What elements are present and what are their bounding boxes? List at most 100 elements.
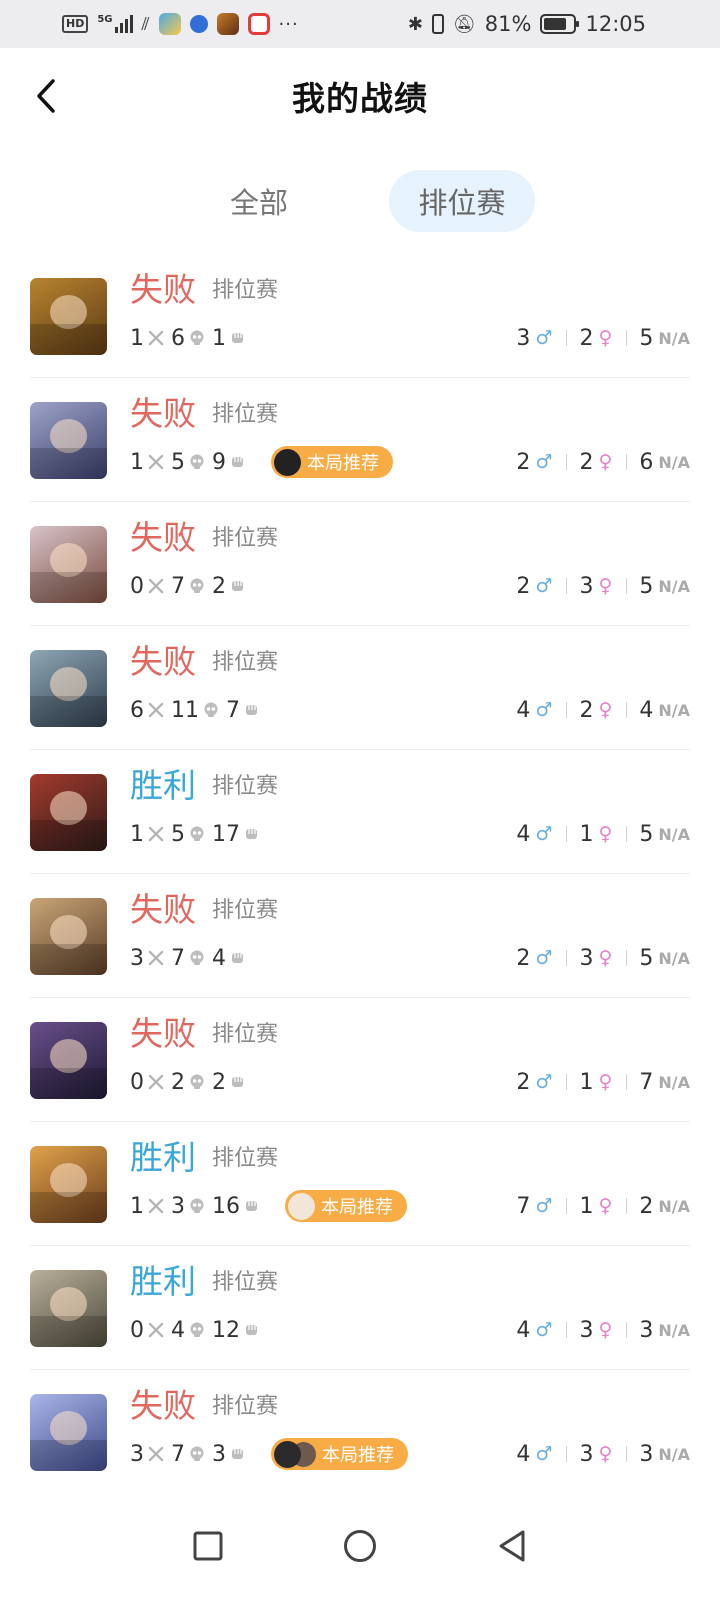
match-result: 胜利	[130, 1138, 196, 1177]
skull-icon	[189, 950, 205, 966]
skull-icon	[189, 330, 205, 346]
match-result: 失败	[130, 518, 196, 557]
assists-value: 4	[212, 945, 226, 971]
fist-icon	[230, 578, 246, 594]
match-row[interactable]: 胜利 排位赛 0 4 12 4 ♂ 3 ♀ 3 N/A	[30, 1246, 690, 1370]
unknown-count: 5	[639, 325, 654, 351]
deaths-value: 6	[171, 325, 185, 351]
deaths-value: 5	[171, 821, 185, 847]
skull-icon	[189, 1198, 205, 1214]
skull-icon	[203, 702, 219, 718]
team-gender-stats: 2 ♂ 3 ♀ 5 N/A	[516, 942, 690, 974]
chevron-left-icon	[37, 79, 55, 113]
back-nav-button[interactable]	[490, 1524, 534, 1568]
crossed-swords-icon	[148, 826, 164, 842]
deaths-value: 11	[171, 697, 199, 723]
team-gender-stats: 3 ♂ 2 ♀ 5 N/A	[516, 322, 690, 354]
male-count: 3	[516, 325, 531, 351]
skull-icon	[189, 1074, 205, 1090]
match-result: 胜利	[130, 1262, 196, 1301]
female-symbol-icon: ♀	[598, 823, 613, 845]
match-row[interactable]: 失败 排位赛 0 7 2 2 ♂ 3 ♀ 5 N/A	[30, 502, 690, 626]
match-row[interactable]: 失败 排位赛 3 7 3 本局推荐 4 ♂ 3 ♀ 3 N/A	[30, 1370, 690, 1494]
skull-icon	[189, 1446, 205, 1462]
fist-icon	[244, 702, 260, 718]
divider	[566, 330, 568, 346]
unknown-count: 4	[639, 697, 654, 723]
hero-avatar	[30, 898, 107, 975]
bluetooth-icon: ✱	[407, 13, 423, 35]
assists-value: 16	[212, 1193, 240, 1219]
tab-ranked[interactable]: 排位赛	[389, 170, 535, 232]
assists-value: 1	[212, 325, 226, 351]
male-symbol-icon: ♂	[535, 451, 553, 473]
match-result: 失败	[130, 1386, 196, 1425]
divider	[566, 454, 568, 470]
match-row[interactable]: 失败 排位赛 3 7 4 2 ♂ 3 ♀ 5 N/A	[30, 874, 690, 998]
female-count: 3	[579, 1441, 594, 1467]
recommend-badge[interactable]: 本局推荐	[271, 446, 393, 478]
team-gender-stats: 2 ♂ 1 ♀ 7 N/A	[516, 1066, 690, 1098]
match-row[interactable]: 失败 排位赛 0 2 2 2 ♂ 1 ♀ 7 N/A	[30, 998, 690, 1122]
divider	[566, 1074, 568, 1090]
female-symbol-icon: ♀	[598, 575, 613, 597]
crossed-swords-icon	[148, 702, 164, 718]
recent-apps-button[interactable]	[186, 1524, 230, 1568]
kda-stats: 1 5 17	[130, 818, 267, 850]
match-result: 失败	[130, 270, 196, 309]
hero-avatar	[30, 278, 107, 355]
mute-bell-icon: 🔕︎	[452, 13, 476, 35]
hero-avatar	[30, 1394, 107, 1471]
male-symbol-icon: ♂	[535, 1443, 553, 1465]
kda-stats: 3 7 3 本局推荐	[130, 1438, 408, 1470]
match-result: 失败	[130, 890, 196, 929]
kills-value: 0	[130, 573, 144, 599]
skull-icon	[189, 578, 205, 594]
unknown-label: N/A	[658, 452, 690, 472]
male-count: 4	[516, 697, 531, 723]
match-list[interactable]: 失败 排位赛 1 6 1 3 ♂ 2 ♀ 5 N/A 失败 排位赛 1 5 9 …	[30, 254, 690, 1522]
fist-icon	[230, 1074, 246, 1090]
more-notifications-icon: ···	[278, 13, 299, 35]
match-row[interactable]: 胜利 排位赛 1 3 16 本局推荐 7 ♂ 1 ♀ 2 N/A	[30, 1122, 690, 1246]
match-row[interactable]: 失败 排位赛 1 6 1 3 ♂ 2 ♀ 5 N/A	[30, 254, 690, 378]
match-mode: 排位赛	[212, 1270, 279, 1295]
match-row[interactable]: 失败 排位赛 6 11 7 4 ♂ 2 ♀ 4 N/A	[30, 626, 690, 750]
tab-all[interactable]: 全部	[194, 170, 324, 232]
unknown-label: N/A	[658, 700, 690, 720]
assists-value: 3	[212, 1441, 226, 1467]
kda-stats: 1 3 16 本局推荐	[130, 1190, 407, 1222]
deaths-value: 7	[171, 573, 185, 599]
fist-icon	[230, 330, 246, 346]
deaths-value: 2	[171, 1069, 185, 1095]
male-count: 4	[516, 1441, 531, 1467]
circle-icon	[344, 1530, 376, 1562]
unknown-label: N/A	[658, 948, 690, 968]
crossed-swords-icon	[148, 1074, 164, 1090]
hero-avatar	[30, 1022, 107, 1099]
vibrate-icon	[431, 14, 444, 34]
kills-value: 0	[130, 1317, 144, 1343]
data-sync-icon: ⫽	[141, 13, 150, 35]
match-row[interactable]: 胜利 排位赛 1 5 17 4 ♂ 1 ♀ 5 N/A	[30, 750, 690, 874]
match-row[interactable]: 失败 排位赛 1 5 9 本局推荐 2 ♂ 2 ♀ 6 N/A	[30, 378, 690, 502]
status-right: ✱ 🔕︎ 81% 12:05	[408, 12, 646, 36]
fist-icon	[244, 1322, 260, 1338]
kills-value: 1	[130, 1193, 144, 1219]
recommend-badge[interactable]: 本局推荐	[271, 1438, 408, 1470]
divider	[626, 702, 628, 718]
unknown-label: N/A	[658, 824, 690, 844]
female-count: 3	[579, 1317, 594, 1343]
kda-stats: 1 6 1	[130, 322, 253, 354]
recommend-badge[interactable]: 本局推荐	[285, 1190, 407, 1222]
unknown-count: 5	[639, 573, 654, 599]
back-button[interactable]	[20, 70, 72, 122]
team-gender-stats: 7 ♂ 1 ♀ 2 N/A	[516, 1190, 690, 1222]
deaths-value: 4	[171, 1317, 185, 1343]
kda-stats: 3 7 4	[130, 942, 253, 974]
unknown-label: N/A	[658, 1072, 690, 1092]
home-button[interactable]	[338, 1524, 382, 1568]
male-count: 4	[516, 821, 531, 847]
match-mode: 排位赛	[212, 774, 279, 799]
female-count: 1	[579, 1069, 594, 1095]
